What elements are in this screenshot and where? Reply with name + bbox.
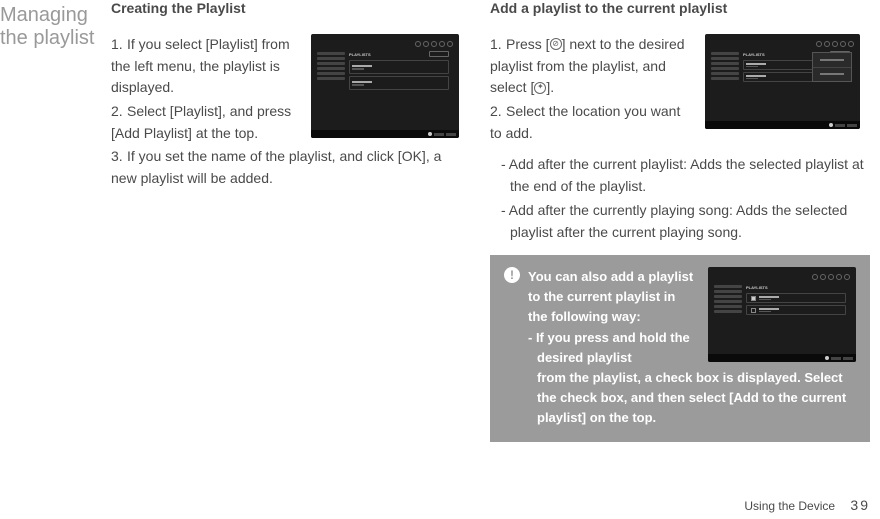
section-title: Managing the playlist — [0, 0, 111, 442]
thumb-title: PLAYLISTS — [743, 52, 765, 57]
info-lead: You can also add a playlist to the curre… — [528, 267, 698, 327]
heading-add: Add a playlist to the current playlist — [490, 0, 870, 16]
list-text: Select the location you want to add. — [490, 103, 680, 141]
heading-creating: Creating the Playlist — [111, 0, 466, 16]
info-callout: ! You can also add a playlist to the cur… — [490, 255, 870, 442]
info-dash-rest: from the playlist, a check box is displa… — [528, 368, 856, 428]
list-item: 1.Press [⊘] next to the desired playlist… — [490, 34, 695, 99]
section-title-line2: the playlist — [0, 27, 95, 49]
footer-label: Using the Device — [744, 499, 835, 513]
screenshot-thumbnail: PLAYLISTS — [705, 34, 860, 129]
thumb-popup-menu — [812, 52, 852, 82]
screenshot-thumbnail: PLAYLISTS — [708, 267, 856, 362]
list-text-part: Press [ — [506, 36, 550, 52]
list-item: 3.If you set the name of the playlist, a… — [111, 146, 466, 189]
info-dash-start: - If you press and hold the desired play… — [528, 328, 698, 368]
dash-text: - Add after the current playlist: Adds t… — [501, 156, 864, 194]
list-number: 2. — [111, 101, 127, 123]
list-item: 2.Select [Playlist], and press [Add Play… — [111, 101, 301, 144]
thumb-title: PLAYLISTS — [349, 52, 371, 57]
screenshot-thumbnail: PLAYLISTS — [311, 34, 459, 138]
list-number: 2. — [490, 101, 506, 123]
options-circle-icon: ⊘ — [550, 38, 562, 50]
section-title-line1: Managing — [0, 4, 88, 26]
column-creating-playlist: Creating the Playlist 1.If you select [P… — [111, 0, 466, 442]
thumb-checkbox-icon — [751, 308, 756, 313]
list-text-part: ]. — [546, 79, 554, 95]
list-item: 2.Select the location you want to add. — [490, 101, 695, 144]
dash-item: - Add after the currently playing song: … — [490, 200, 870, 243]
footer-page-number: 39 — [850, 497, 870, 513]
list-number: 1. — [490, 34, 506, 56]
dash-item: - Add after the current playlist: Adds t… — [490, 154, 870, 197]
add-circle-icon: ✦ — [534, 82, 546, 94]
thumb-checkbox-icon — [751, 296, 756, 301]
list-item: 1.If you select [Playlist] from the left… — [111, 34, 301, 99]
thumb-add-button — [429, 51, 449, 57]
thumb-title: PLAYLISTS — [746, 285, 768, 290]
dash-text: - Add after the currently playing song: … — [501, 202, 847, 240]
column-add-playlist: Add a playlist to the current playlist 1… — [490, 0, 870, 442]
list-text: If you set the name of the playlist, and… — [111, 148, 441, 186]
list-number: 3. — [111, 146, 127, 168]
list-text: Select [Playlist], and press [Add Playli… — [111, 103, 291, 141]
list-text: If you select [Playlist] from the left m… — [111, 36, 290, 95]
page-footer: Using the Device 39 — [744, 497, 870, 513]
list-number: 1. — [111, 34, 127, 56]
